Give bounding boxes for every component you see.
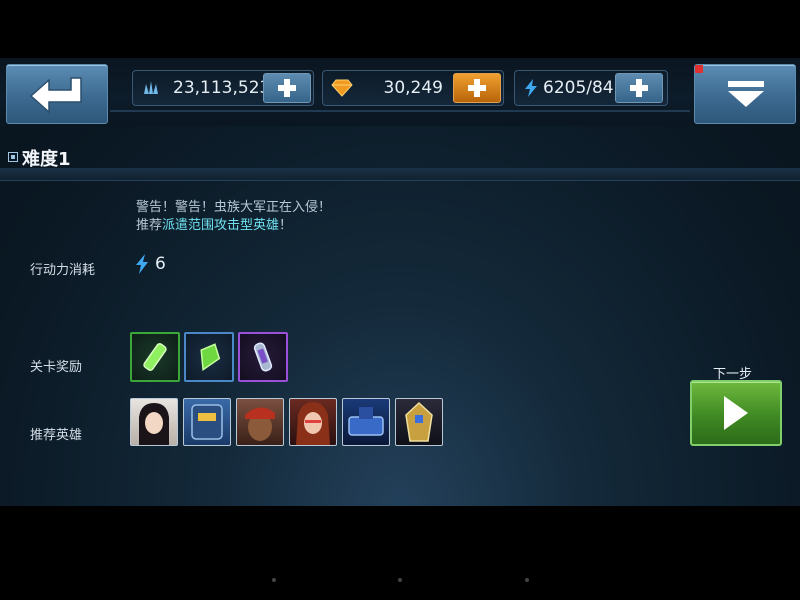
reward-label: 关卡奖励 (30, 360, 83, 375)
hero-girl-icon (139, 403, 169, 445)
reward-item[interactable] (130, 332, 180, 382)
nav-dot (398, 578, 402, 582)
warning-highlight: 派遣范围攻击型英雄 (162, 218, 280, 233)
nav-dot (272, 578, 276, 582)
hero-golden-protoss-icon (405, 401, 433, 442)
hero-redhead-icon (296, 402, 330, 445)
back-button[interactable] (6, 64, 108, 124)
gem-add-button[interactable] (453, 73, 501, 103)
game-screen: 23,113,523 30,249 6205/84 难度1 警告！警告！虫族大军… (0, 58, 800, 506)
green-crystal-icon (200, 343, 221, 372)
cost-label: 行动力消耗 (30, 263, 96, 278)
warning-suffix: ！ (279, 218, 293, 233)
energy-add-button[interactable] (615, 73, 663, 103)
gem-value: 30,249 (383, 78, 443, 98)
title-divider (0, 168, 800, 181)
menu-button[interactable] (694, 64, 796, 124)
cost-value: 6 (155, 254, 166, 274)
crystal-resource: 23,113,523 (132, 70, 314, 106)
crystal-add-button[interactable] (263, 73, 311, 103)
reward-item[interactable] (184, 332, 234, 382)
top-divider (110, 110, 690, 112)
hero-portrait[interactable] (183, 398, 231, 446)
energy-value: 6205/84 (543, 78, 614, 98)
hero-portrait[interactable] (342, 398, 390, 446)
gem-icon (331, 79, 353, 97)
gem-resource: 30,249 (322, 70, 504, 106)
crystal-icon (144, 81, 158, 94)
warning-line-1: 警告！警告！虫族大军正在入侵！ (136, 200, 332, 215)
plus-icon (468, 79, 486, 97)
next-step-button[interactable] (690, 380, 782, 446)
hero-portrait[interactable] (289, 398, 337, 446)
lightning-icon (136, 254, 148, 274)
reward-item[interactable] (238, 332, 288, 382)
back-arrow-icon (29, 77, 82, 114)
green-vial-icon (143, 343, 167, 371)
notification-dot (695, 65, 703, 73)
heroes-label: 推荐英雄 (30, 428, 83, 443)
hero-portrait[interactable] (236, 398, 284, 446)
lightning-icon (525, 79, 537, 97)
plus-icon (630, 79, 648, 97)
hero-soldier-icon (245, 407, 275, 441)
hero-blue-tank-icon (348, 407, 384, 436)
title-bullet-icon (8, 152, 18, 162)
stage-title-bar: 难度1 (0, 144, 800, 170)
warning-prefix: 推荐 (136, 218, 163, 233)
crystal-value: 23,113,523 (173, 78, 271, 98)
hero-portrait[interactable] (130, 398, 178, 446)
plus-icon (278, 79, 296, 97)
warning-line-2: 推荐派遣范围攻击型英雄！ (136, 214, 292, 233)
play-arrow-icon (724, 396, 748, 430)
purple-capsule-icon (253, 342, 273, 372)
nav-dot (525, 578, 529, 582)
hero-portrait[interactable] (395, 398, 443, 446)
energy-resource: 6205/84 (514, 70, 668, 106)
dropdown-menu-icon (728, 81, 764, 107)
hero-blue-mech-icon (191, 404, 223, 440)
